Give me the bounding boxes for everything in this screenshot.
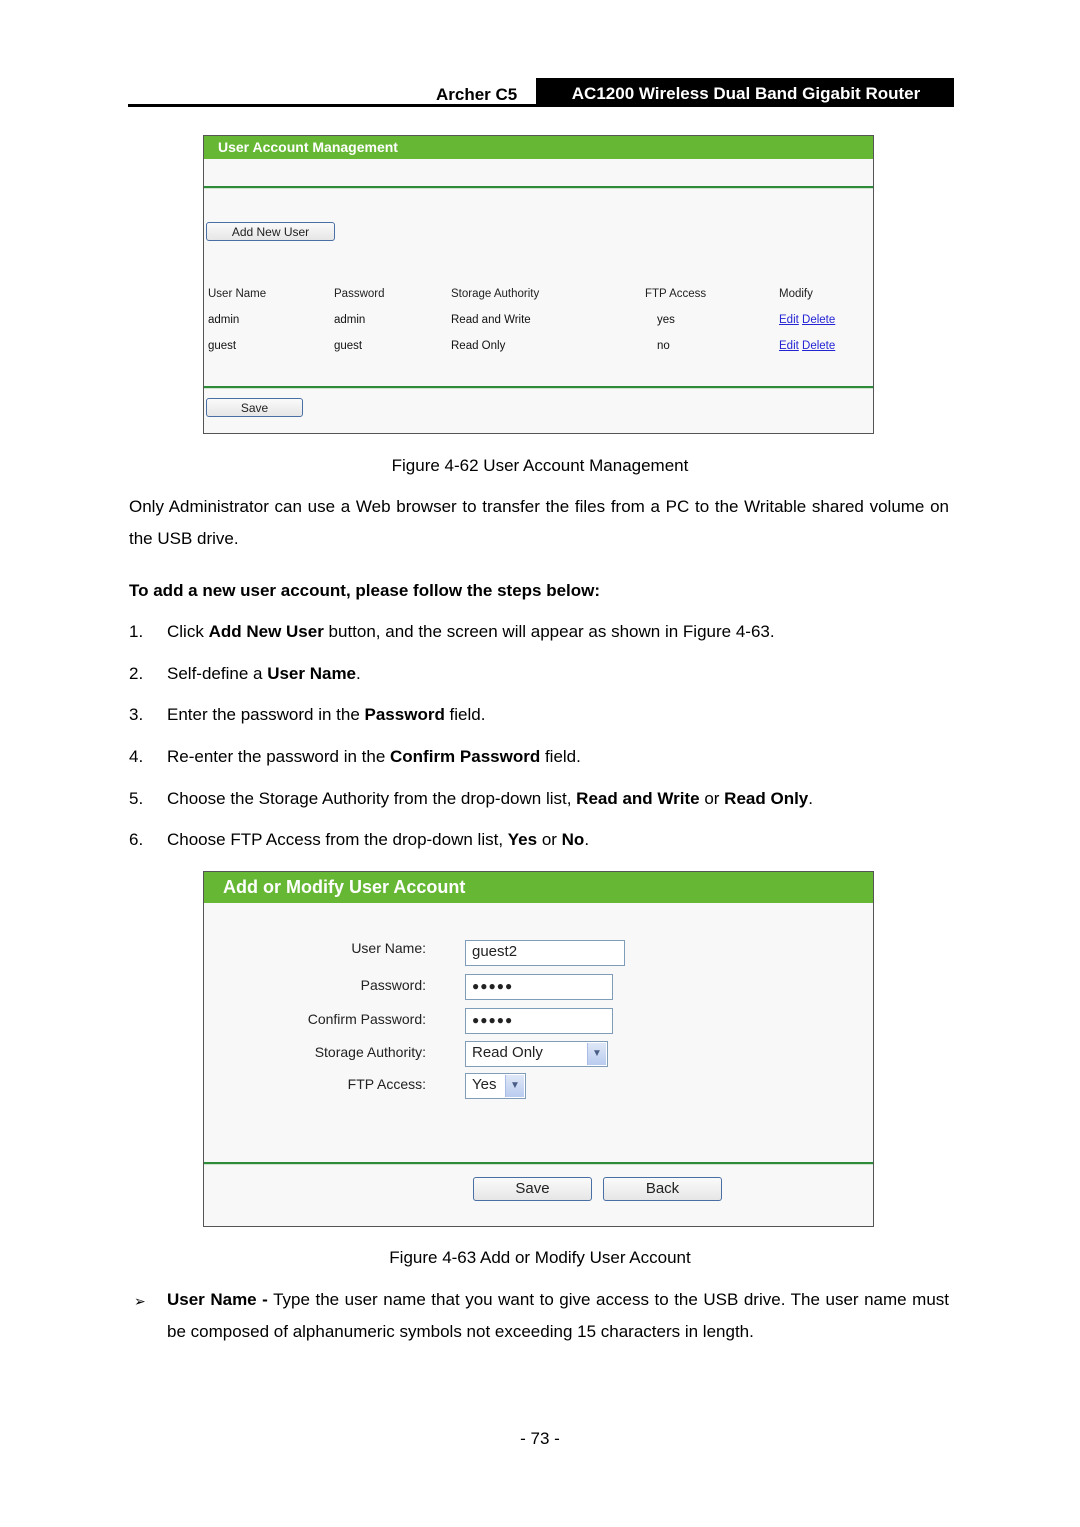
- header-rule: [128, 104, 954, 107]
- figure-caption: Figure 4-63 Add or Modify User Account: [389, 1248, 691, 1267]
- ftp-access-label: FTP Access:: [347, 1076, 426, 1092]
- panel-title: Add or Modify User Account: [204, 872, 873, 903]
- edit-link[interactable]: Edit: [779, 340, 799, 352]
- panel-title: User Account Management: [204, 136, 873, 159]
- list-item: 6. Choose FTP Access from the drop-down l…: [129, 830, 590, 849]
- page-number: - 73 -: [520, 1429, 560, 1448]
- storage-authority-select[interactable]: Read Only ▼: [465, 1041, 608, 1067]
- list-item: 5. Choose the Storage Authority from the …: [129, 789, 813, 808]
- list-item: 3. Enter the password in the Password fie…: [129, 705, 486, 724]
- list-item: 4. Re-enter the password in the Confirm P…: [129, 747, 581, 766]
- divider: [204, 386, 873, 389]
- ftp-access-select[interactable]: Yes ▼: [465, 1073, 526, 1099]
- edit-link[interactable]: Edit: [779, 314, 799, 326]
- col-header-storage-authority: Storage Authority: [451, 288, 540, 300]
- col-header-user-name: User Name: [208, 288, 267, 300]
- col-header-ftp-access: FTP Access: [645, 288, 707, 300]
- add-modify-user-account-panel: Add or Modify User Account User Name: gu…: [203, 871, 874, 1227]
- cell-password: guest: [334, 340, 363, 352]
- password-label: Password:: [360, 977, 426, 993]
- cell-storage-authority: Read and Write: [451, 314, 531, 326]
- divider: [204, 186, 873, 189]
- cell-user-name: admin: [208, 314, 240, 326]
- list-item: 1. Click Add New User button, and the scr…: [129, 622, 775, 641]
- col-header-password: Password: [334, 288, 385, 300]
- header-model: Archer C5: [436, 85, 518, 104]
- user-name-label: User Name:: [351, 940, 426, 956]
- list-item: 2. Self-define a User Name.: [129, 664, 361, 683]
- storage-authority-label: Storage Authority:: [314, 1044, 426, 1060]
- confirm-password-label: Confirm Password:: [307, 1011, 426, 1027]
- password-input[interactable]: ●●●●●: [465, 974, 613, 1000]
- intro-paragraph: Only Administrator can use a Web browser…: [129, 497, 949, 548]
- user-account-management-panel: User Account Management Add New User Use…: [203, 135, 874, 434]
- chevron-down-icon[interactable]: ▼: [587, 1043, 606, 1065]
- back-button[interactable]: Back: [603, 1177, 722, 1201]
- cell-user-name: guest: [208, 340, 237, 352]
- steps-heading: To add a new user account, please follow…: [129, 581, 601, 600]
- save-button[interactable]: Save: [206, 398, 303, 417]
- add-new-user-button[interactable]: Add New User: [206, 222, 335, 241]
- header-product: AC1200 Wireless Dual Band Gigabit Router: [536, 78, 954, 106]
- figure-caption: Figure 4-62 User Account Management: [391, 456, 689, 475]
- bullet-item: User Name - Type the user name that you …: [167, 1290, 949, 1341]
- delete-link[interactable]: Delete: [802, 314, 835, 326]
- cell-storage-authority: Read Only: [451, 340, 506, 352]
- delete-link[interactable]: Delete: [802, 340, 835, 352]
- arrow-bullet-icon: ➢: [134, 1293, 146, 1309]
- cell-password: admin: [334, 314, 366, 326]
- cell-ftp-access: no: [657, 340, 670, 352]
- chevron-down-icon[interactable]: ▼: [505, 1075, 524, 1097]
- cell-ftp-access: yes: [657, 314, 675, 326]
- save-button[interactable]: Save: [473, 1177, 592, 1201]
- col-header-modify: Modify: [779, 288, 813, 300]
- confirm-password-input[interactable]: ●●●●●: [465, 1008, 613, 1034]
- user-name-input[interactable]: guest2: [465, 940, 625, 966]
- divider: [204, 1162, 873, 1165]
